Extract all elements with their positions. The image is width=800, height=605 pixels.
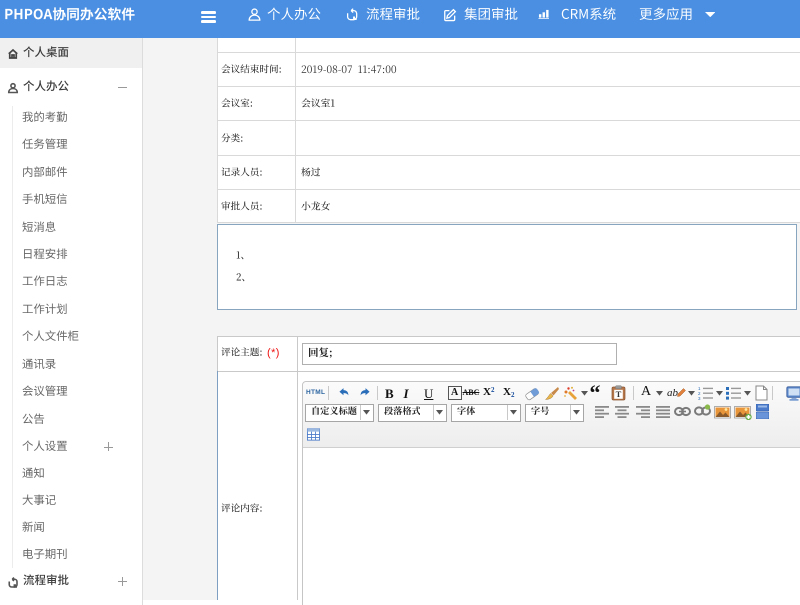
svg-text:ab: ab [667, 387, 679, 399]
svg-text:3: 3 [698, 396, 701, 400]
svg-text:T: T [616, 389, 622, 399]
